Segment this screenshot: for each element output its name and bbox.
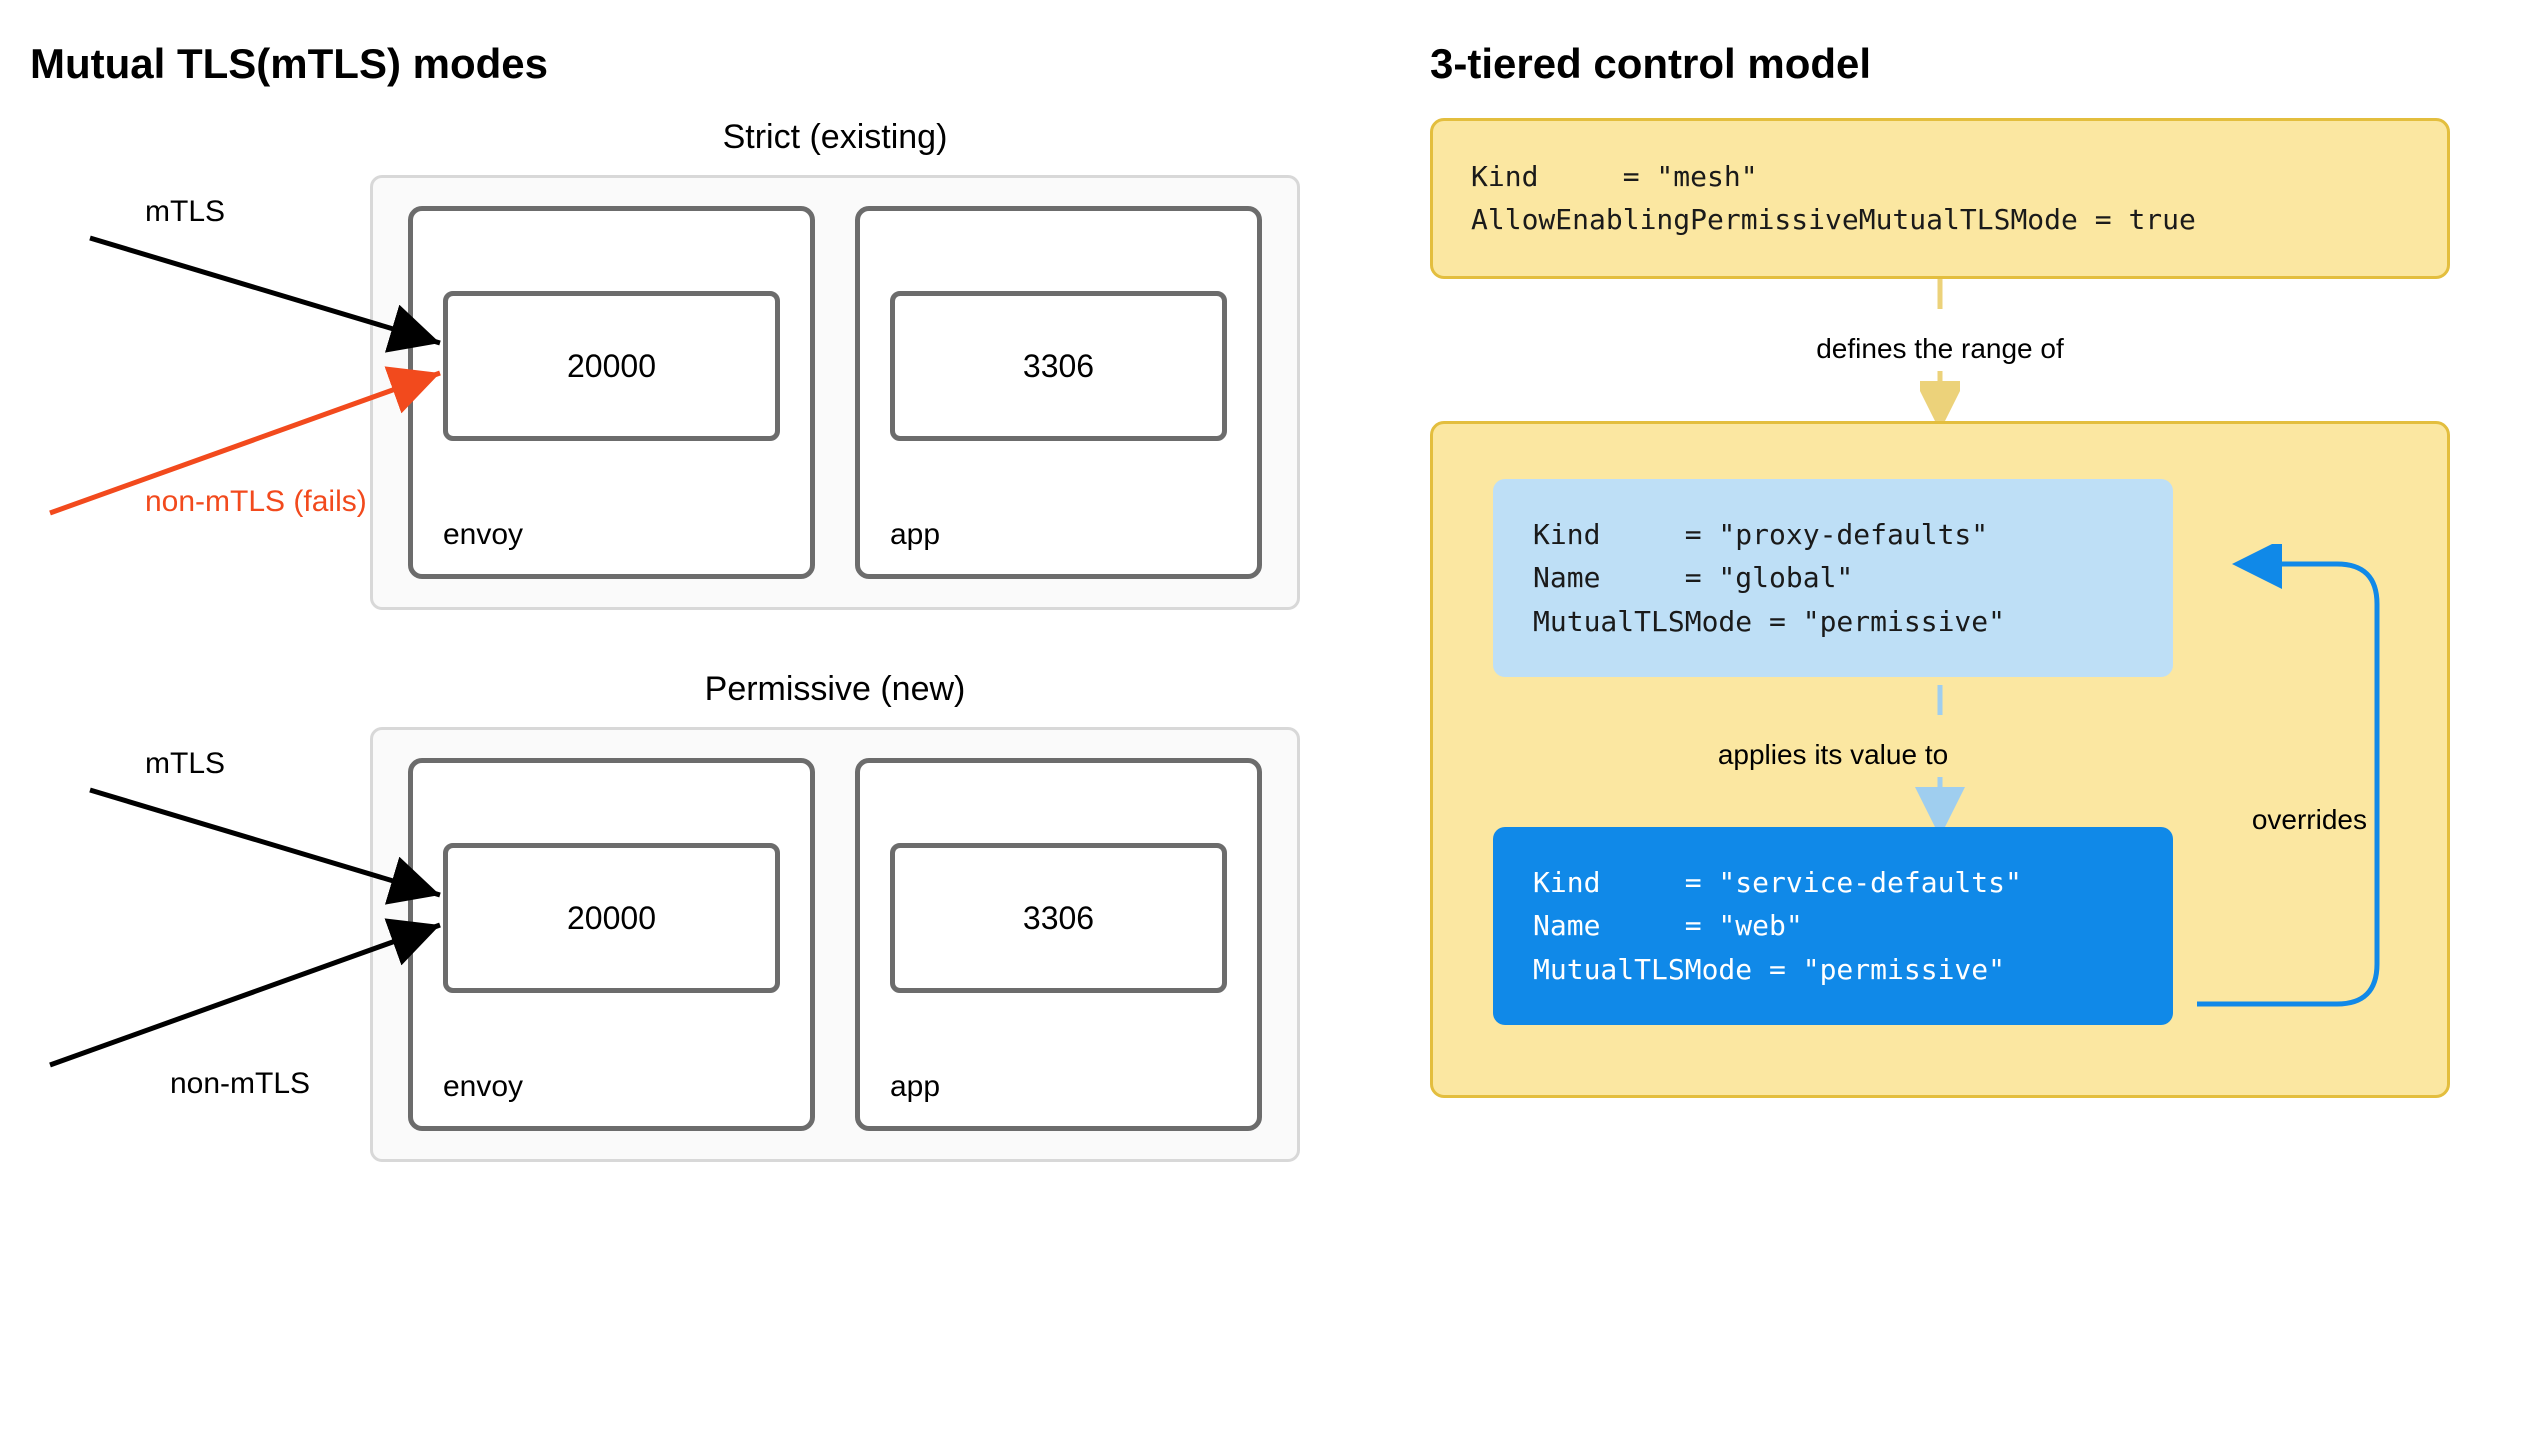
app-label-strict: app — [890, 518, 940, 552]
envoy-label-strict: envoy — [443, 518, 523, 552]
arrow-mtls-label-strict: mTLS — [145, 193, 225, 231]
app-label-permissive: app — [890, 1070, 940, 1104]
gold-outer-box: Kind = "proxy-defaults" Name = "global" … — [1430, 421, 2450, 1098]
app-port-strict: 3306 — [890, 291, 1227, 441]
mtls-modes-panel: Mutual TLS(mTLS) modes Strict (existing)… — [30, 40, 1310, 1222]
arrow-nonmtls-label-strict: non-mTLS (fails) — [145, 483, 367, 521]
right-title: 3-tiered control model — [1430, 40, 2450, 88]
pod-strict: 20000 envoy 3306 app — [370, 175, 1300, 610]
flow-defines-range: defines the range of — [1430, 333, 2450, 365]
envoy-label-permissive: envoy — [443, 1070, 523, 1104]
service-defaults-box: Kind = "service-defaults" Name = "web" M… — [1493, 827, 2173, 1025]
envoy-container-permissive: 20000 envoy — [408, 758, 815, 1131]
arrow-nonmtls-label-permissive: non-mTLS — [170, 1065, 310, 1103]
flow-applies-value: applies its value to — [1493, 739, 2173, 771]
mesh-config-box: Kind = "mesh" AllowEnablingPermissiveMut… — [1430, 118, 2450, 279]
envoy-container-strict: 20000 envoy — [408, 206, 815, 579]
mode-permissive-title: Permissive (new) — [370, 670, 1300, 709]
override-label: overrides — [2252, 804, 2367, 836]
app-port-permissive: 3306 — [890, 843, 1227, 993]
control-model-panel: 3-tiered control model Kind = "mesh" All… — [1430, 40, 2450, 1222]
pod-permissive: 20000 envoy 3306 app — [370, 727, 1300, 1162]
app-container-permissive: 3306 app — [855, 758, 1262, 1131]
arrow-mtls-label-permissive: mTLS — [145, 745, 225, 783]
arrow-down-icon — [1920, 371, 1960, 421]
envoy-port-permissive: 20000 — [443, 843, 780, 993]
mode-strict-title: Strict (existing) — [370, 118, 1300, 157]
proxy-defaults-box: Kind = "proxy-defaults" Name = "global" … — [1493, 479, 2173, 677]
mode-strict: Strict (existing) 20000 envoy 3306 app — [30, 118, 1310, 610]
envoy-port-strict: 20000 — [443, 291, 780, 441]
arrow-down-icon — [1920, 279, 1960, 319]
app-container-strict: 3306 app — [855, 206, 1262, 579]
left-title: Mutual TLS(mTLS) modes — [30, 40, 1310, 88]
mode-permissive: Permissive (new) 20000 envoy 3306 app — [30, 670, 1310, 1162]
